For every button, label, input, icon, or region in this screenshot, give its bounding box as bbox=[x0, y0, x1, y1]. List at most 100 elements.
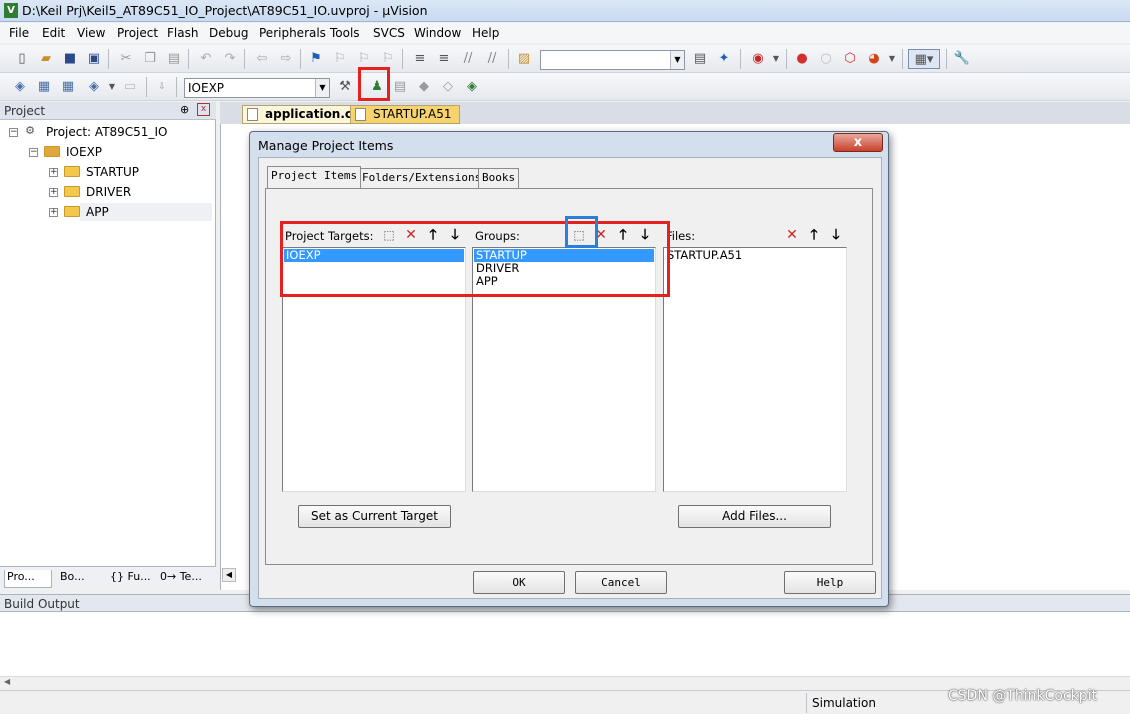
expand-icon[interactable]: + bbox=[49, 168, 58, 177]
close-icon[interactable]: x bbox=[197, 103, 210, 116]
ok-button[interactable]: OK bbox=[473, 571, 565, 594]
incremental-find-icon[interactable]: ✦ bbox=[714, 49, 734, 69]
translate-icon[interactable]: ◈ bbox=[10, 77, 30, 97]
clear-bookmarks-icon[interactable]: ⚐ bbox=[378, 49, 398, 69]
set-current-target-button[interactable]: Set as Current Target bbox=[298, 505, 451, 528]
scroll-left-icon[interactable]: ◀ bbox=[4, 677, 10, 686]
rebuild-icon[interactable]: ▦ bbox=[58, 77, 78, 97]
expand-icon[interactable]: + bbox=[49, 208, 58, 217]
chevron-down-icon[interactable]: ▼ bbox=[766, 49, 786, 69]
target-options-icon[interactable]: ⚒ bbox=[335, 77, 355, 97]
menu-peripherals[interactable]: Peripherals bbox=[259, 26, 326, 40]
menu-file[interactable]: File bbox=[9, 26, 29, 40]
collapse-icon[interactable]: − bbox=[29, 148, 38, 157]
cancel-button[interactable]: Cancel bbox=[575, 571, 667, 594]
menu-edit[interactable]: Edit bbox=[42, 26, 65, 40]
find-combo[interactable]: ▼ bbox=[540, 50, 685, 70]
move-file-down-icon[interactable]: 🡓 bbox=[826, 225, 846, 245]
debug-session-icon[interactable]: ◉ bbox=[748, 49, 768, 69]
cut-icon[interactable]: ✂ bbox=[116, 49, 136, 69]
bookmark-icon[interactable]: ⚑ bbox=[306, 49, 326, 69]
menu-project[interactable]: Project bbox=[117, 26, 158, 40]
new-group-icon[interactable]: ⬚ bbox=[569, 225, 589, 245]
indent-icon[interactable]: ≡ bbox=[410, 49, 430, 69]
breakpoints-window-icon[interactable]: ◕ bbox=[864, 49, 884, 69]
find-icon[interactable]: ▤ bbox=[690, 49, 710, 69]
nav-back-icon[interactable]: ⇦ bbox=[252, 49, 272, 69]
tab-functions[interactable]: {} Fu... bbox=[108, 570, 151, 588]
tree-group-startup[interactable]: STARTUP bbox=[86, 165, 139, 179]
delete-file-icon[interactable]: ✕ bbox=[782, 225, 802, 245]
batch-build-icon[interactable]: ◈ bbox=[84, 77, 104, 97]
menu-tools[interactable]: Tools bbox=[330, 26, 360, 40]
menu-debug[interactable]: Debug bbox=[209, 26, 248, 40]
kill-breakpoints-icon[interactable]: ⬡ bbox=[840, 49, 860, 69]
comment-icon[interactable]: // bbox=[458, 49, 478, 69]
nav-forward-icon[interactable]: ⇨ bbox=[276, 49, 296, 69]
expand-icon[interactable]: + bbox=[49, 188, 58, 197]
target-select[interactable]: IOEXP ▼ bbox=[184, 78, 330, 98]
open-folder-icon[interactable]: ▰ bbox=[36, 49, 56, 69]
paste-icon[interactable]: ▤ bbox=[164, 49, 184, 69]
download-icon[interactable]: ⇩ bbox=[152, 77, 172, 97]
unindent-icon[interactable]: ≡ bbox=[434, 49, 454, 69]
move-file-up-icon[interactable]: 🡑 bbox=[804, 225, 824, 245]
next-bookmark-icon[interactable]: ⚐ bbox=[354, 49, 374, 69]
target-item-ioexp[interactable]: IOEXP bbox=[284, 249, 464, 262]
build-icon[interactable]: ▦ bbox=[34, 77, 54, 97]
chevron-down-icon[interactable]: ▼ bbox=[315, 79, 329, 97]
software-packs-icon[interactable]: ◈ bbox=[462, 77, 482, 97]
tree-group-app[interactable]: APP bbox=[86, 205, 109, 219]
add-files-button[interactable]: Add Files... bbox=[678, 505, 831, 528]
tab-books[interactable]: Books bbox=[478, 168, 520, 188]
tab-books[interactable]: Bo... bbox=[58, 570, 85, 588]
chevron-down-icon[interactable]: ▼ bbox=[102, 77, 122, 97]
tree-group-driver[interactable]: DRIVER bbox=[86, 185, 131, 199]
collapse-icon[interactable]: − bbox=[9, 128, 18, 137]
move-target-down-icon[interactable]: 🡓 bbox=[445, 225, 465, 245]
breakpoint-icon[interactable]: ● bbox=[792, 49, 812, 69]
copy-icon[interactable]: ❐ bbox=[140, 49, 160, 69]
tab-project[interactable]: Pro... bbox=[4, 570, 52, 588]
menu-view[interactable]: View bbox=[77, 26, 105, 40]
tree-project-root[interactable]: Project: AT89C51_IO bbox=[46, 125, 167, 139]
scroll-left-icon[interactable]: ◀ bbox=[222, 568, 236, 582]
find-in-files-icon[interactable]: ▨ bbox=[514, 49, 534, 69]
move-group-down-icon[interactable]: 🡓 bbox=[635, 225, 655, 245]
prev-bookmark-icon[interactable]: ⚐ bbox=[330, 49, 350, 69]
manage-project-items-icon[interactable]: ♟ bbox=[367, 77, 387, 97]
menu-help[interactable]: Help bbox=[472, 26, 499, 40]
move-target-up-icon[interactable]: 🡑 bbox=[423, 225, 443, 245]
group-item-app[interactable]: APP bbox=[474, 275, 654, 288]
save-all-icon[interactable]: ▣ bbox=[84, 49, 104, 69]
uncomment-icon[interactable]: // bbox=[482, 49, 502, 69]
disable-breakpoint-icon[interactable]: ○ bbox=[816, 49, 836, 69]
tab-project-items[interactable]: Project Items bbox=[267, 166, 362, 188]
delete-target-icon[interactable]: ✕ bbox=[401, 225, 421, 245]
stop-build-icon[interactable]: ▭ bbox=[120, 77, 140, 97]
delete-group-icon[interactable]: ✕ bbox=[591, 225, 611, 245]
save-icon[interactable]: ■ bbox=[60, 49, 80, 69]
move-group-up-icon[interactable]: 🡑 bbox=[613, 225, 633, 245]
tree-target[interactable]: IOEXP bbox=[66, 145, 102, 159]
tab-folders-extensions[interactable]: Folders/Extensions bbox=[358, 168, 486, 188]
new-file-icon[interactable]: ▯ bbox=[12, 49, 32, 69]
help-button[interactable]: Help bbox=[784, 571, 876, 594]
menu-window[interactable]: Window bbox=[414, 26, 461, 40]
file-item-startup-a51[interactable]: STARTUP.A51 bbox=[665, 249, 845, 262]
chevron-down-icon[interactable]: ▼ bbox=[882, 49, 902, 69]
menu-svcs[interactable]: SVCS bbox=[373, 26, 405, 40]
tab-startup-a51[interactable]: STARTUP.A51 bbox=[350, 105, 461, 124]
manage-rte-icon[interactable]: ◆ bbox=[414, 77, 434, 97]
tab-templates[interactable]: 0→ Te... bbox=[158, 570, 202, 588]
tab-application-c[interactable]: application.c bbox=[242, 105, 362, 124]
group-item-driver[interactable]: DRIVER bbox=[474, 262, 654, 275]
select-packs-icon[interactable]: ▤ bbox=[390, 77, 410, 97]
redo-icon[interactable]: ↷ bbox=[220, 49, 240, 69]
menu-flash[interactable]: Flash bbox=[167, 26, 198, 40]
pack-installer-icon[interactable]: ◇ bbox=[438, 77, 458, 97]
dialog-close-button[interactable]: x bbox=[833, 133, 883, 152]
pin-icon[interactable]: ⊕ bbox=[180, 103, 189, 116]
undo-icon[interactable]: ↶ bbox=[196, 49, 216, 69]
window-layout-icon[interactable]: ▦▾ bbox=[908, 49, 940, 69]
